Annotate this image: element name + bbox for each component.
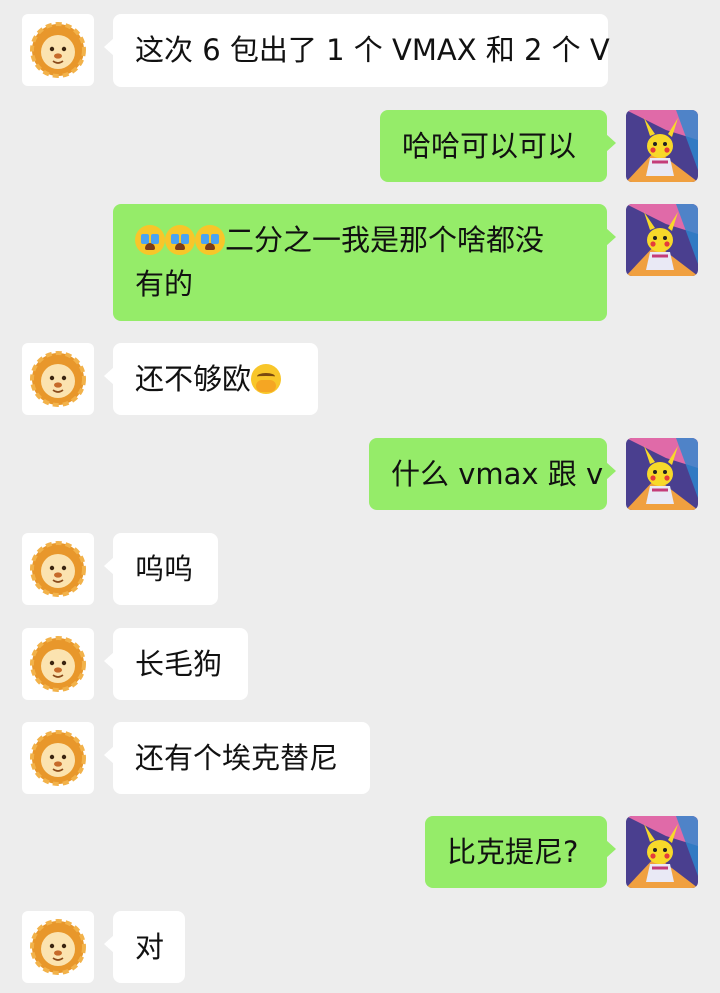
message-bubble[interactable]: 比克提尼? <box>425 816 616 888</box>
my-avatar[interactable] <box>626 110 698 182</box>
message-text: 还不够欧 <box>135 362 252 396</box>
lion-avatar-icon <box>22 722 94 794</box>
contact-avatar[interactable] <box>22 911 94 983</box>
message-bubble[interactable]: 这次 6 包出了 1 个 VMAX 和 2 个 V <box>104 14 610 87</box>
pikachu-card-avatar-icon <box>626 438 698 510</box>
message-bubble[interactable]: 还不够欧 <box>104 343 318 415</box>
message-bubble[interactable]: 呜呜 <box>104 533 218 605</box>
my-avatar[interactable] <box>626 438 698 510</box>
message-text: 对 <box>135 930 165 964</box>
message-text: 长毛狗 <box>135 647 223 681</box>
message-bubble[interactable]: 对 <box>104 911 185 983</box>
hand-over-mouth-emoji-icon <box>251 364 282 394</box>
crying-face-emoji-icon <box>195 225 225 255</box>
message-text-line1: 二分之一我是那个啥都没 <box>225 223 545 257</box>
lion-avatar-icon <box>22 533 94 605</box>
message-bubble[interactable]: 长毛狗 <box>104 628 248 700</box>
message-text: 呜呜 <box>135 552 194 586</box>
message-bubble[interactable]: 什么 vmax 跟 v <box>369 438 616 510</box>
crying-face-emoji-icon <box>165 225 195 255</box>
lion-avatar-icon <box>22 628 94 700</box>
my-avatar[interactable] <box>626 204 698 276</box>
message-text: 这次 6 包出了 1 个 VMAX 和 2 个 V <box>135 33 610 67</box>
message-text: 还有个埃克替尼 <box>135 741 339 775</box>
contact-avatar[interactable] <box>22 628 94 700</box>
contact-avatar[interactable] <box>22 14 94 86</box>
message-bubble[interactable]: 二分之一我是那个啥都没 有的 <box>113 204 616 321</box>
contact-avatar[interactable] <box>22 722 94 794</box>
crying-face-emoji-icon <box>135 225 165 255</box>
contact-avatar[interactable] <box>22 533 94 605</box>
pikachu-card-avatar-icon <box>626 204 698 276</box>
pikachu-card-avatar-icon <box>626 110 698 182</box>
message-text-line2: 有的 <box>135 267 194 301</box>
message-text: 什么 vmax 跟 v <box>391 457 604 491</box>
lion-avatar-icon <box>22 14 94 86</box>
contact-avatar[interactable] <box>22 343 94 415</box>
message-bubble[interactable]: 哈哈可以可以 <box>380 110 616 182</box>
message-text: 比克提尼? <box>447 835 579 869</box>
lion-avatar-icon <box>22 343 94 415</box>
lion-avatar-icon <box>22 911 94 983</box>
pikachu-card-avatar-icon <box>626 816 698 888</box>
message-bubble[interactable]: 还有个埃克替尼 <box>104 722 370 794</box>
message-text: 哈哈可以可以 <box>402 129 577 163</box>
my-avatar[interactable] <box>626 816 698 888</box>
